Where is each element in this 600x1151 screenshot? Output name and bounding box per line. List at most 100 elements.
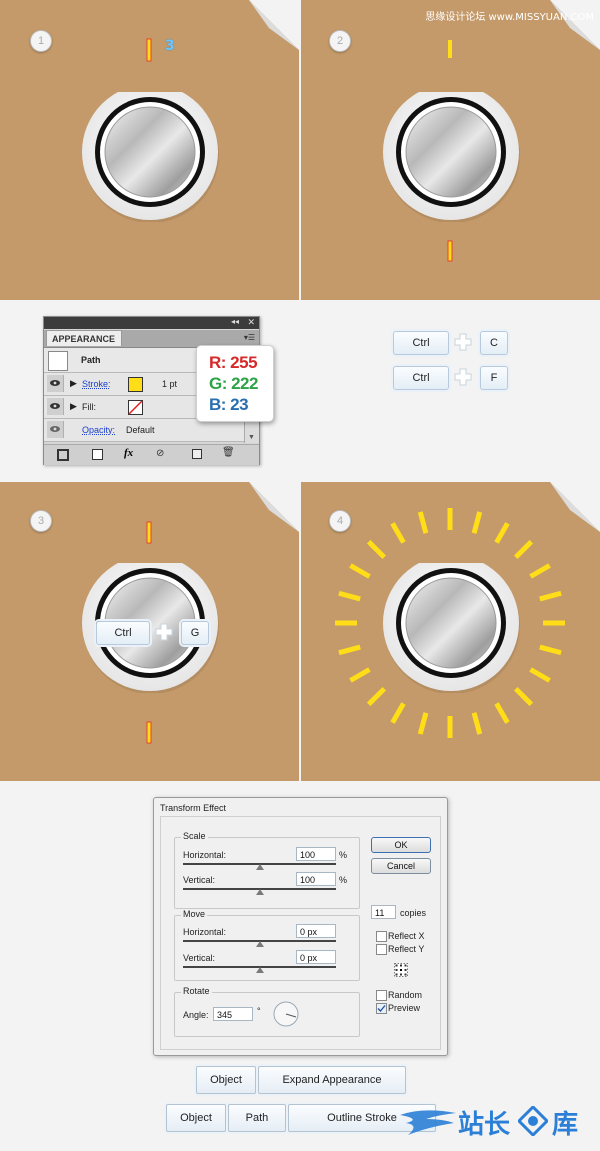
- scale-vertical-thumb[interactable]: [256, 889, 264, 895]
- bottom-tick: [146, 721, 152, 744]
- tick-mark: [338, 644, 361, 656]
- visibility-eye-icon[interactable]: [47, 421, 64, 438]
- tick-mark: [390, 522, 406, 544]
- rotate-annotation-icon: 3: [165, 38, 175, 54]
- expand-triangle-icon[interactable]: ▶: [70, 401, 77, 412]
- panel-titlebar[interactable]: ◂◂ ✕: [44, 317, 259, 329]
- visibility-eye-icon[interactable]: [47, 375, 64, 392]
- angle-dial[interactable]: [272, 1000, 300, 1028]
- random-checkbox[interactable]: [376, 990, 387, 1001]
- top-tick: [448, 40, 452, 58]
- menu-expand-appearance[interactable]: Expand Appearance: [258, 1066, 406, 1094]
- top-tick: [146, 521, 152, 544]
- fill-none-swatch[interactable]: [128, 400, 143, 415]
- scale-vertical-unit: %: [339, 875, 348, 885]
- tick-mark: [390, 702, 406, 724]
- ctrl-key: Ctrl: [393, 331, 449, 355]
- preview-label: Preview: [388, 1003, 421, 1013]
- close-icon[interactable]: ✕: [247, 317, 255, 328]
- path-thumbnail: [48, 351, 68, 371]
- add-new-stroke-icon[interactable]: [57, 449, 69, 461]
- step-4-panel: 4: [301, 482, 600, 781]
- reference-point-locator-icon[interactable]: [394, 963, 408, 977]
- stroke-color-swatch[interactable]: [128, 377, 143, 392]
- g-key: G: [181, 621, 209, 645]
- ctrl-key: Ctrl: [96, 621, 150, 645]
- page-curl-corner: [249, 482, 299, 532]
- menu-object[interactable]: Object: [166, 1104, 226, 1132]
- c-key: C: [480, 331, 508, 355]
- collapse-icon[interactable]: ◂◂: [231, 317, 239, 326]
- preview-checkbox[interactable]: [376, 1003, 387, 1014]
- cancel-button[interactable]: Cancel: [371, 858, 431, 874]
- dialog-title: Transform Effect: [160, 803, 227, 813]
- fill-label: Fill:: [82, 402, 96, 412]
- fx-icon[interactable]: fx: [124, 447, 133, 459]
- stroke-weight[interactable]: 1 pt: [162, 379, 177, 389]
- scale-horizontal-input[interactable]: 100: [296, 847, 336, 861]
- tick-mark: [471, 712, 483, 735]
- move-vertical-input[interactable]: 0 px: [296, 950, 336, 964]
- scale-group-title: Scale: [181, 831, 208, 841]
- tick-mark: [539, 590, 562, 602]
- plus-icon: [454, 333, 472, 351]
- tab-appearance[interactable]: APPEARANCE: [46, 330, 122, 346]
- page-curl-corner: [550, 482, 600, 532]
- f-key: F: [480, 366, 508, 390]
- step-2-panel: 2 思缘设计论坛 www.MISSYUAN.COM: [301, 0, 600, 300]
- move-group-title: Move: [181, 909, 208, 919]
- scale-vertical-label: Vertical:: [183, 875, 216, 885]
- step-3-panel: 3 Ctrl G: [0, 482, 299, 781]
- copies-input[interactable]: 11: [371, 905, 396, 919]
- tick-mark: [471, 511, 483, 534]
- red-value: R: 255: [209, 353, 258, 372]
- ctrl-key: Ctrl: [393, 366, 449, 390]
- rotate-group-title: Rotate: [181, 986, 212, 996]
- tick-mark: [366, 539, 387, 560]
- tick-mark: [338, 590, 361, 602]
- move-vertical-label: Vertical:: [183, 953, 216, 963]
- delete-item-icon[interactable]: 🗑: [222, 447, 235, 458]
- clear-appearance-icon[interactable]: ⊘: [156, 448, 164, 459]
- angle-unit: °: [257, 1006, 261, 1016]
- selected-tick: [146, 38, 152, 62]
- metal-knob: [383, 563, 520, 693]
- watermark-top: 思缘设计论坛 www.MISSYUAN.COM: [425, 12, 594, 23]
- expand-triangle-icon[interactable]: ▶: [70, 378, 77, 389]
- duplicate-item-icon[interactable]: [192, 449, 202, 459]
- move-horizontal-thumb[interactable]: [256, 941, 264, 947]
- visibility-eye-icon[interactable]: [47, 398, 64, 415]
- plus-icon: [155, 623, 173, 641]
- opacity-row[interactable]: Opacity: Default: [44, 419, 259, 442]
- scale-vertical-input[interactable]: 100: [296, 872, 336, 886]
- tick-mark: [417, 511, 429, 534]
- copies-label: copies: [400, 908, 427, 918]
- scale-horizontal-thumb[interactable]: [256, 864, 264, 870]
- scroll-down-icon[interactable]: ▼: [248, 434, 255, 441]
- move-vertical-thumb[interactable]: [256, 967, 264, 973]
- menu-object[interactable]: Object: [196, 1066, 256, 1094]
- dialog-body: Scale Horizontal: 100 % Vertical: 100 % …: [160, 816, 441, 1050]
- add-new-fill-icon[interactable]: [92, 449, 103, 460]
- rgb-color-tooltip: R: 255 G: 222 B: 23: [196, 345, 274, 422]
- reflect-y-checkbox[interactable]: [376, 944, 387, 955]
- menu-path[interactable]: Path: [228, 1104, 286, 1132]
- reflect-x-checkbox[interactable]: [376, 931, 387, 942]
- tick-mark: [539, 644, 562, 656]
- watermark-swoosh-icon: [400, 1110, 456, 1135]
- panel-bottom-toolbar: fx ⊘ 🗑: [44, 444, 259, 465]
- stroke-label[interactable]: Stroke:: [82, 379, 111, 389]
- angle-input[interactable]: 345: [213, 1007, 253, 1021]
- tick-mark: [529, 667, 551, 683]
- scale-horizontal-unit: %: [339, 850, 348, 860]
- step-number-badge: 3: [30, 510, 52, 532]
- opacity-label[interactable]: Opacity:: [82, 425, 115, 435]
- move-horizontal-input[interactable]: 0 px: [296, 924, 336, 938]
- metal-knob: [383, 92, 520, 222]
- random-label: Random: [388, 990, 423, 1000]
- reflect-y-label: Reflect Y: [388, 944, 425, 954]
- angle-label: Angle:: [183, 1010, 209, 1020]
- tick-mark: [494, 702, 510, 724]
- panel-menu-icon[interactable]: ▾☰: [244, 333, 255, 342]
- ok-button[interactable]: OK: [371, 837, 431, 853]
